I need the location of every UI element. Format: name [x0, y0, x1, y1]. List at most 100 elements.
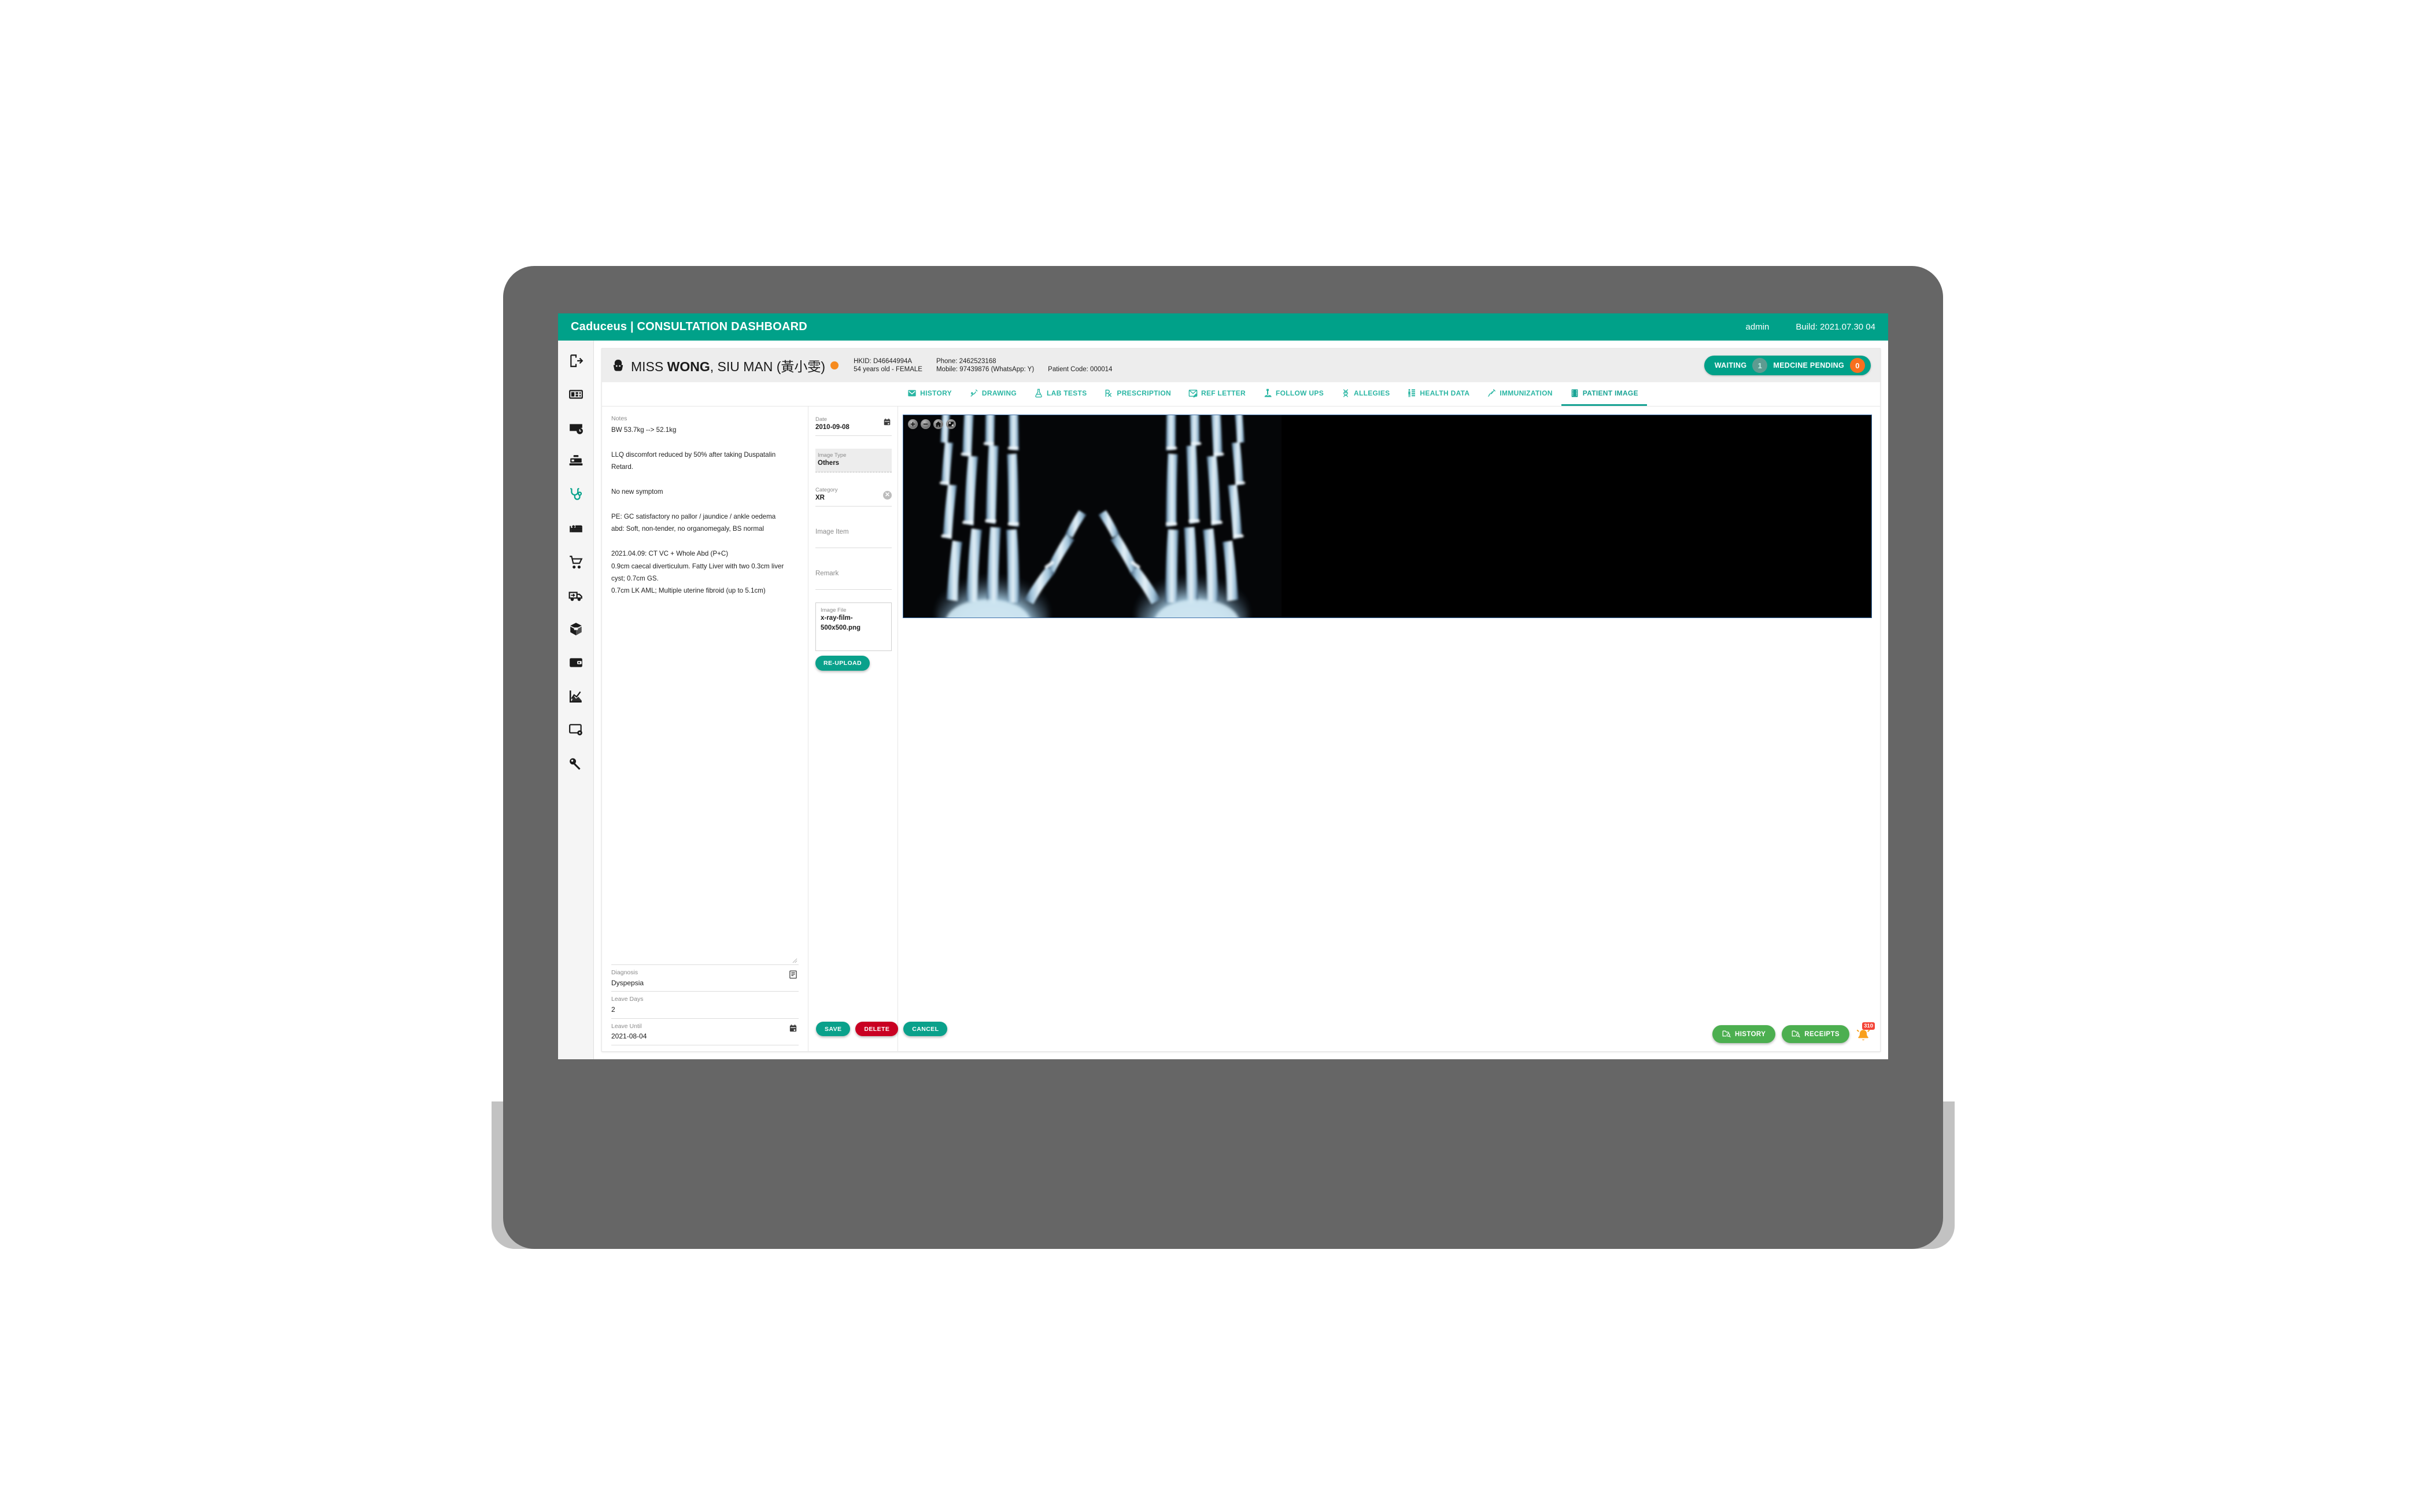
tab-prescription[interactable]: PRESCRIPTION	[1095, 382, 1180, 406]
dashboard-icon[interactable]	[567, 386, 585, 403]
remark-field[interactable]: Remark	[815, 561, 892, 590]
remark-label: Remark	[815, 570, 839, 577]
history-button[interactable]: HISTORY	[1712, 1025, 1776, 1043]
wallet-icon[interactable]	[567, 654, 585, 671]
image-type-label: Image Type	[818, 452, 847, 459]
queue-status-badges: WAITING 1 MEDCINE PENDING 0	[1704, 356, 1871, 375]
tab-label: HISTORY	[920, 389, 952, 397]
cashier-icon[interactable]	[567, 453, 585, 470]
application-window: Caduceus | CONSULTATION DASHBOARD admin …	[558, 313, 1888, 1059]
patient-header: MISS WONG, SIU MAN (黃小雯) HKID: D46644994…	[602, 349, 1880, 382]
zoom-in-icon[interactable]	[908, 419, 918, 429]
resize-handle-icon[interactable]	[792, 958, 797, 963]
delete-button[interactable]: DELETE	[855, 1022, 899, 1036]
image-file-value: x-ray-film-500x500.png	[821, 614, 861, 631]
xray-image	[903, 415, 1282, 618]
rx-icon	[1104, 389, 1113, 398]
flask-icon	[1034, 389, 1043, 398]
leave-until-label: Leave Until	[611, 1022, 642, 1030]
diagnosis-list-icon[interactable]	[789, 970, 797, 979]
appointment-icon[interactable]	[567, 419, 585, 437]
tab-follow-ups[interactable]: FOLLOW UPS	[1254, 382, 1332, 406]
package-icon[interactable]	[567, 620, 585, 638]
cart-icon[interactable]	[567, 553, 585, 571]
settings-icon[interactable]	[567, 721, 585, 738]
fit-icon[interactable]	[946, 419, 956, 429]
notifications-bell[interactable]: 310	[1856, 1022, 1875, 1043]
film-icon	[1570, 389, 1579, 398]
tab-patient-image[interactable]: PATIENT IMAGE	[1561, 382, 1647, 406]
xray-viewer[interactable]	[903, 415, 1872, 618]
envelope-icon	[907, 389, 917, 398]
clear-icon[interactable]: ✕	[883, 490, 892, 500]
medicine-pending-count: 0	[1850, 358, 1865, 373]
patient-phone: Phone: 2462523168	[936, 358, 996, 365]
leave-until-field[interactable]: Leave Until 2021-08-04	[611, 1019, 799, 1045]
delivery-icon[interactable]	[567, 587, 585, 604]
chart-icon[interactable]	[567, 687, 585, 705]
patient-mobile: Mobile: 97439876 (WhatsApp: Y)	[936, 366, 1035, 373]
avatar-icon	[611, 358, 625, 372]
notification-count-badge: 310	[1862, 1022, 1875, 1030]
tab-label: HEALTH DATA	[1420, 389, 1470, 397]
date-field[interactable]: Date 2010-09-08	[815, 415, 892, 437]
image-type-field[interactable]: Image Type Others	[815, 449, 892, 472]
image-form-column: Date 2010-09-08 Image Type Others Catego…	[808, 406, 898, 1051]
image-file-field[interactable]: Image File x-ray-film-500x500.png	[815, 602, 892, 651]
logout-icon[interactable]	[567, 352, 585, 369]
category-field[interactable]: Category XR ✕	[815, 485, 892, 507]
waiting-count: 1	[1752, 358, 1768, 373]
footer-actions: HISTORY RECEIPTS 310	[1712, 1022, 1875, 1043]
leave-days-value: 2	[611, 1005, 615, 1014]
cancel-button[interactable]: CANCEL	[903, 1022, 948, 1036]
diagnosis-field[interactable]: Diagnosis Dyspepsia	[611, 965, 799, 992]
tab-label: ALLEGIES	[1354, 389, 1390, 397]
tab-allegies[interactable]: ALLEGIES	[1332, 382, 1398, 406]
tab-history[interactable]: HISTORY	[899, 382, 961, 406]
leave-days-field[interactable]: Leave Days 2	[611, 992, 799, 1019]
date-label: Date	[815, 416, 828, 423]
tab-immunization[interactable]: IMMUNIZATION	[1478, 382, 1561, 406]
patient-age-sex: 54 years old - FEMALE	[854, 366, 922, 373]
app-title: Caduceus | CONSULTATION DASHBOARD	[571, 320, 807, 333]
home-icon[interactable]	[933, 419, 943, 429]
patient-name: MISS WONG, SIU MAN (黃小雯)	[631, 356, 839, 375]
diagnosis-value: Dyspepsia	[611, 978, 644, 987]
patient-info-blank	[1048, 358, 1112, 365]
tab-drawing[interactable]: DRAWING	[961, 382, 1025, 406]
status-badge[interactable]: WAITING 1 MEDCINE PENDING 0	[1704, 356, 1871, 375]
tab-lab-tests[interactable]: LAB TESTS	[1025, 382, 1095, 406]
tab-label: DRAWING	[981, 389, 1017, 397]
remark-value	[815, 577, 892, 586]
current-user-label[interactable]: admin	[1746, 322, 1770, 332]
patient-info-grid: HKID: D46644994A Phone: 2462523168 54 ye…	[854, 358, 1112, 373]
patient-hkid: HKID: D46644994A	[854, 358, 913, 365]
calendar-icon[interactable]	[883, 418, 891, 426]
image-item-label: Image Item	[815, 528, 849, 535]
calendar-icon[interactable]	[789, 1024, 797, 1033]
notes-field[interactable]: Notes BW 53.7kg --> 52.1kg LLQ discomfor…	[611, 415, 799, 964]
history-button-label: HISTORY	[1735, 1030, 1766, 1038]
window-body: MISS WONG, SIU MAN (黃小雯) HKID: D46644994…	[558, 341, 1888, 1059]
image-item-field[interactable]: Image Item	[815, 519, 892, 548]
tab-ref-letter[interactable]: REF LETTER	[1180, 382, 1254, 406]
bed-icon[interactable]	[567, 520, 585, 537]
zoom-out-icon[interactable]	[921, 419, 930, 429]
key-icon[interactable]	[567, 755, 585, 772]
main-sidebar	[558, 341, 594, 1059]
waiting-label: WAITING	[1714, 361, 1747, 369]
tab-health-data[interactable]: HEALTH DATA	[1398, 382, 1478, 406]
re-upload-button[interactable]: RE-UPLOAD	[815, 655, 870, 671]
notes-value: BW 53.7kg --> 52.1kg LLQ discomfort redu…	[611, 426, 784, 595]
tab-label: IMMUNIZATION	[1500, 389, 1553, 397]
folder-search-icon	[1722, 1029, 1731, 1040]
date-value: 2010-09-08	[815, 424, 850, 431]
tab-label: REF LETTER	[1201, 389, 1246, 397]
receipts-button-label: RECEIPTS	[1804, 1030, 1840, 1038]
bell-icon	[1856, 1028, 1872, 1043]
tab-label: PRESCRIPTION	[1117, 389, 1172, 397]
stethoscope-icon[interactable]	[567, 486, 585, 504]
pen-icon	[969, 389, 978, 398]
save-button[interactable]: SAVE	[816, 1022, 851, 1036]
receipts-button[interactable]: RECEIPTS	[1782, 1025, 1849, 1043]
